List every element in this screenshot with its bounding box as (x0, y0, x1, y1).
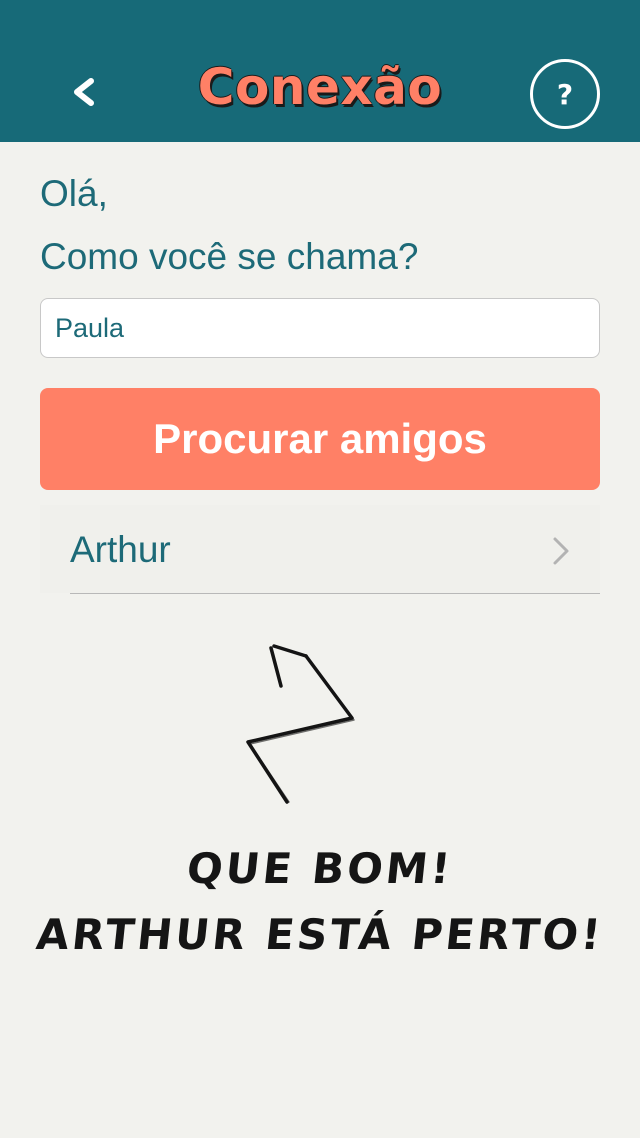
message-line-2: ARTHUR ESTÁ PERTO! (34, 910, 606, 959)
friend-list-item[interactable]: Arthur (40, 505, 600, 593)
zigzag-arrow-icon (246, 644, 355, 804)
help-button[interactable]: ? (530, 59, 600, 129)
greeting-text: Olá, (40, 173, 108, 214)
chevron-right-icon (553, 537, 569, 565)
search-friends-button[interactable]: Procurar amigos (40, 388, 600, 490)
top-bar: Conexão ? (0, 0, 640, 142)
list-divider (70, 593, 600, 594)
name-question: Como você se chama? (40, 236, 419, 277)
name-input[interactable] (40, 298, 600, 358)
friend-name: Arthur (70, 529, 171, 570)
message-line-1: QUE BOM! (184, 844, 456, 893)
